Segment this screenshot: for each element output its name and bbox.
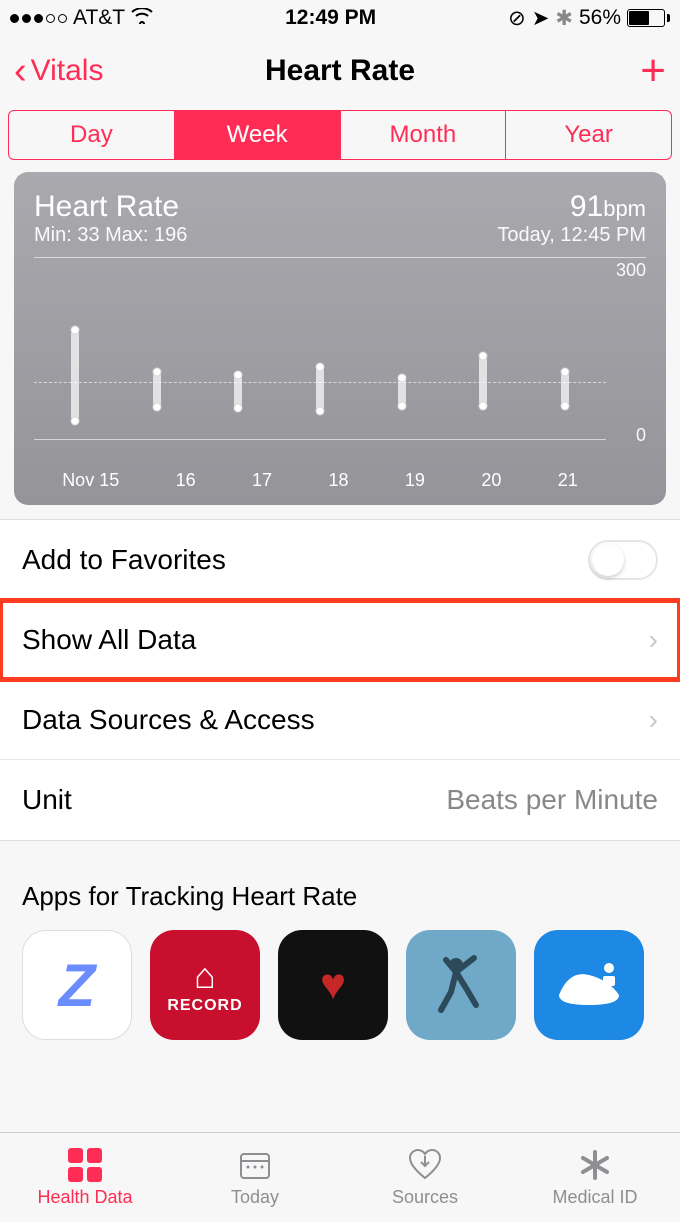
x-axis-label: 19 bbox=[405, 470, 425, 491]
heart-download-icon bbox=[407, 1147, 443, 1183]
chevron-right-icon: › bbox=[649, 704, 658, 736]
chart-bar bbox=[561, 272, 569, 439]
chart-bar bbox=[398, 272, 406, 439]
battery-pct: 56% bbox=[579, 6, 621, 30]
page-title: Heart Rate bbox=[265, 54, 415, 88]
data-sources-row[interactable]: Data Sources & Access › bbox=[0, 680, 680, 760]
app-icon-fitness[interactable] bbox=[406, 930, 516, 1040]
carrier-label: AT&T bbox=[73, 6, 125, 30]
tab-sources[interactable]: Sources bbox=[340, 1133, 510, 1222]
show-all-data-row[interactable]: Show All Data › bbox=[0, 600, 680, 680]
chart-bar bbox=[234, 272, 242, 439]
add-to-favorites-row[interactable]: Add to Favorites bbox=[0, 520, 680, 600]
show-all-label: Show All Data bbox=[22, 624, 196, 656]
app-icon-shoe[interactable] bbox=[534, 930, 644, 1040]
options-list: Add to Favorites Show All Data › Data So… bbox=[0, 519, 680, 841]
chevron-left-icon: ‹ bbox=[14, 52, 27, 90]
x-axis-label: 18 bbox=[328, 470, 348, 491]
x-axis-label: 21 bbox=[558, 470, 578, 491]
status-bar: AT&T 12:49 PM ⊘ ➤ ✱ 56% bbox=[0, 0, 680, 36]
tab-health-data[interactable]: Health Data bbox=[0, 1133, 170, 1222]
heart-rate-chart-card: Heart Rate Min: 33 Max: 196 91bpm Today,… bbox=[14, 172, 666, 505]
bluetooth-icon: ✱ bbox=[555, 6, 573, 31]
chart-grid bbox=[34, 272, 606, 440]
clock: 12:49 PM bbox=[285, 6, 376, 30]
apps-section: Apps for Tracking Heart Rate Z ⌂RECORD ♥ bbox=[0, 841, 680, 1054]
segment-year[interactable]: Year bbox=[506, 111, 671, 159]
chart-title: Heart Rate bbox=[34, 190, 187, 224]
favorites-toggle[interactable] bbox=[588, 540, 658, 580]
chart-bar bbox=[71, 272, 79, 439]
chart-bar bbox=[153, 272, 161, 439]
back-label: Vitals bbox=[31, 54, 104, 88]
favorites-label: Add to Favorites bbox=[22, 544, 226, 576]
add-button[interactable]: + bbox=[640, 49, 666, 93]
x-axis-label: 17 bbox=[252, 470, 272, 491]
chart-bar bbox=[316, 272, 324, 439]
tab-label: Today bbox=[231, 1187, 279, 1208]
app-icon-heart[interactable]: ♥ bbox=[278, 930, 388, 1040]
back-button[interactable]: ‹ Vitals bbox=[14, 52, 103, 90]
apps-section-title: Apps for Tracking Heart Rate bbox=[0, 841, 680, 930]
unit-value: Beats per Minute bbox=[446, 784, 658, 816]
chart-plot-area: 300 0 bbox=[34, 264, 646, 464]
orientation-lock-icon: ⊘ bbox=[508, 6, 526, 31]
tab-label: Sources bbox=[392, 1187, 458, 1208]
x-axis-label: 20 bbox=[481, 470, 501, 491]
nav-bar: ‹ Vitals Heart Rate + bbox=[0, 36, 680, 106]
x-axis-label: Nov 15 bbox=[62, 470, 119, 491]
asterisk-icon bbox=[577, 1147, 613, 1183]
x-axis-label: 16 bbox=[176, 470, 196, 491]
calendar-icon bbox=[237, 1147, 273, 1183]
tab-today[interactable]: Today bbox=[170, 1133, 340, 1222]
segment-week[interactable]: Week bbox=[175, 111, 341, 159]
tab-label: Medical ID bbox=[552, 1187, 637, 1208]
chart-current-value: 91bpm bbox=[497, 190, 646, 224]
x-axis-labels: Nov 15 16 17 18 19 20 21 bbox=[34, 470, 646, 491]
chevron-right-icon: › bbox=[649, 624, 658, 656]
segment-day[interactable]: Day bbox=[9, 111, 175, 159]
apps-row: Z ⌂RECORD ♥ bbox=[0, 930, 680, 1054]
segment-month[interactable]: Month bbox=[341, 111, 507, 159]
tab-medical-id[interactable]: Medical ID bbox=[510, 1133, 680, 1222]
y-axis-max: 300 bbox=[616, 260, 646, 281]
chart-bar bbox=[479, 272, 487, 439]
y-axis-min: 0 bbox=[636, 425, 646, 446]
location-icon: ➤ bbox=[532, 6, 550, 31]
chart-minmax: Min: 33 Max: 196 bbox=[34, 224, 187, 247]
app-icon-record[interactable]: ⌂RECORD bbox=[150, 930, 260, 1040]
status-right: ⊘ ➤ ✱ 56% bbox=[508, 6, 670, 31]
signal-strength-icon bbox=[10, 14, 67, 23]
wifi-icon bbox=[131, 7, 153, 30]
unit-row[interactable]: Unit Beats per Minute bbox=[0, 760, 680, 840]
time-range-segmented-control: Day Week Month Year bbox=[8, 110, 672, 160]
battery-icon bbox=[627, 9, 670, 27]
tab-bar: Health Data Today Sources Medical ID bbox=[0, 1132, 680, 1222]
sources-label: Data Sources & Access bbox=[22, 704, 315, 736]
status-left: AT&T bbox=[10, 6, 153, 30]
health-data-icon bbox=[67, 1147, 103, 1183]
unit-label: Unit bbox=[22, 784, 72, 816]
chart-timestamp: Today, 12:45 PM bbox=[497, 224, 646, 247]
tab-label: Health Data bbox=[37, 1187, 132, 1208]
app-icon-z[interactable]: Z bbox=[22, 930, 132, 1040]
